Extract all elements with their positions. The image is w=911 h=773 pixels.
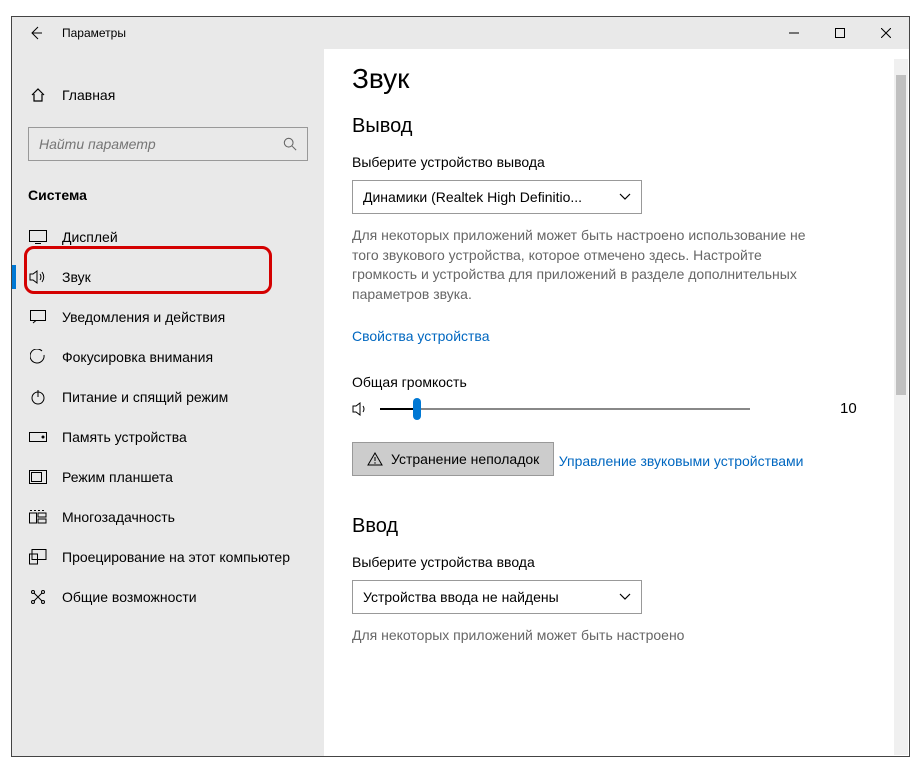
speaker-icon — [352, 401, 370, 417]
chevron-down-icon — [619, 193, 631, 201]
output-select-label: Выберите устройство вывода — [352, 154, 881, 170]
warning-icon — [367, 452, 383, 466]
projecting-icon — [28, 547, 48, 567]
tablet-icon — [28, 467, 48, 487]
back-button[interactable] — [12, 17, 60, 49]
volume-slider-row: 10 — [352, 400, 881, 417]
body-area: Главная Система Дисплей Звук Уведомления… — [12, 49, 909, 756]
power-icon — [28, 387, 48, 407]
sidebar-item-power[interactable]: Питание и спящий режим — [12, 377, 324, 417]
sidebar-item-label: Питание и спящий режим — [62, 389, 228, 405]
close-button[interactable] — [863, 17, 909, 49]
minimize-button[interactable] — [771, 17, 817, 49]
sidebar-home[interactable]: Главная — [12, 75, 324, 115]
window-title: Параметры — [62, 26, 126, 40]
sidebar-item-label: Звук — [62, 269, 91, 285]
scrollbar-thumb[interactable] — [896, 75, 906, 395]
multitask-icon — [28, 507, 48, 527]
sound-icon — [28, 267, 48, 287]
input-select-label: Выберите устройства ввода — [352, 554, 881, 570]
sidebar-item-label: Общие возможности — [62, 589, 197, 605]
shared-icon — [28, 587, 48, 607]
sidebar-item-focus[interactable]: Фокусировка внимания — [12, 337, 324, 377]
page-title: Звук — [352, 63, 881, 95]
sidebar-item-shared[interactable]: Общие возможности — [12, 577, 324, 617]
input-device-value: Устройства ввода не найдены — [363, 589, 559, 605]
sidebar-item-label: Многозадачность — [62, 509, 175, 525]
maximize-button[interactable] — [817, 17, 863, 49]
troubleshoot-button[interactable]: Устранение неполадок — [352, 442, 554, 476]
output-device-value: Динамики (Realtek High Definitio... — [363, 189, 582, 205]
manage-devices-link[interactable]: Управление звуковыми устройствами — [559, 453, 804, 469]
sidebar-item-label: Дисплей — [62, 229, 118, 245]
search-field[interactable] — [39, 136, 283, 152]
settings-window: Параметры Главная Система — [11, 16, 910, 757]
sidebar-group-header: Система — [12, 179, 324, 217]
sidebar-item-label: Фокусировка внимания — [62, 349, 213, 365]
device-properties-link[interactable]: Свойства устройства — [352, 328, 490, 344]
slider-thumb[interactable] — [413, 398, 421, 420]
sidebar-item-sound[interactable]: Звук — [12, 257, 324, 297]
sidebar-item-label: Уведомления и действия — [62, 309, 225, 325]
search-icon — [283, 137, 297, 151]
arrow-left-icon — [28, 25, 44, 41]
sidebar-item-notifications[interactable]: Уведомления и действия — [12, 297, 324, 337]
window-controls — [771, 17, 909, 49]
troubleshoot-label: Устранение неполадок — [391, 451, 539, 467]
notifications-icon — [28, 307, 48, 327]
sidebar-item-display[interactable]: Дисплей — [12, 217, 324, 257]
sidebar-item-label: Проецирование на этот компьютер — [62, 549, 290, 565]
output-device-dropdown[interactable]: Динамики (Realtek High Definitio... — [352, 180, 642, 214]
sidebar-item-tablet[interactable]: Режим планшета — [12, 457, 324, 497]
slider-fill — [380, 408, 417, 410]
sidebar-item-label: Память устройства — [62, 429, 187, 445]
storage-icon — [28, 427, 48, 447]
sidebar-home-label: Главная — [62, 87, 115, 103]
focus-icon — [28, 347, 48, 367]
sidebar-item-projecting[interactable]: Проецирование на этот компьютер — [12, 537, 324, 577]
home-icon — [28, 85, 48, 105]
sidebar: Главная Система Дисплей Звук Уведомления… — [12, 49, 324, 756]
input-device-dropdown[interactable]: Устройства ввода не найдены — [352, 580, 642, 614]
input-note: Для некоторых приложений может быть наст… — [352, 626, 822, 646]
search-input[interactable] — [28, 127, 308, 161]
scrollbar[interactable] — [894, 59, 908, 755]
chevron-down-icon — [619, 593, 631, 601]
sidebar-item-label: Режим планшета — [62, 469, 173, 485]
display-icon — [28, 227, 48, 247]
titlebar: Параметры — [12, 17, 909, 49]
output-note: Для некоторых приложений может быть наст… — [352, 226, 822, 304]
sidebar-item-multitask[interactable]: Многозадачность — [12, 497, 324, 537]
search-container — [28, 127, 308, 161]
content-area: Звук Вывод Выберите устройство вывода Ди… — [324, 49, 909, 756]
sidebar-item-storage[interactable]: Память устройства — [12, 417, 324, 457]
volume-slider[interactable] — [380, 408, 750, 410]
input-heading: Ввод — [352, 515, 881, 538]
output-heading: Вывод — [352, 115, 881, 138]
volume-value: 10 — [840, 400, 857, 417]
volume-label: Общая громкость — [352, 374, 881, 390]
